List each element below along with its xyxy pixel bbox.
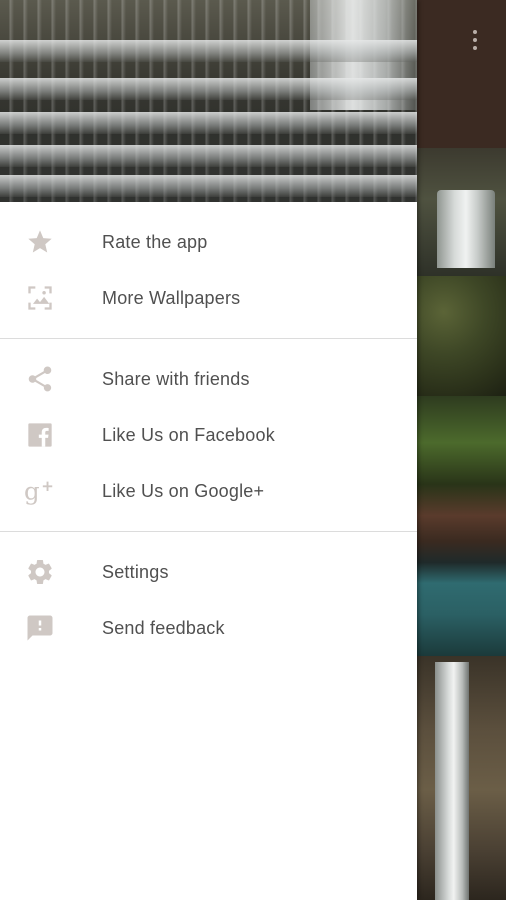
menu-item-label: Like Us on Facebook (102, 425, 275, 445)
menu-item-label: Rate the app (102, 232, 208, 252)
divider (0, 338, 417, 339)
menu-item-label: Send feedback (102, 618, 225, 638)
divider (0, 531, 417, 532)
menu-item-facebook[interactable]: Like Us on Facebook (0, 407, 417, 463)
wallpaper-thumbnail[interactable] (417, 656, 506, 900)
menu-item-label: Like Us on Google+ (102, 481, 265, 501)
waterfall-step (0, 112, 417, 134)
wallpaper-thumbnail[interactable] (417, 396, 506, 656)
app-toolbar (417, 0, 506, 148)
google-plus-icon: g (24, 476, 56, 505)
menu-item-more-wallpapers[interactable]: More Wallpapers (0, 270, 417, 326)
wallpaper-thumbnail[interactable] (417, 148, 506, 276)
waterfall-image (437, 190, 495, 268)
more-vert-icon-dot (473, 38, 477, 42)
menu-item-google-plus[interactable]: g Like Us on Google+ (0, 463, 417, 519)
waterfall-step (0, 40, 417, 62)
more-vert-icon (473, 30, 477, 34)
feedback-icon (24, 614, 56, 642)
menu-item-label: More Wallpapers (102, 288, 241, 308)
menu-item-label: Settings (102, 562, 169, 582)
menu-item-send-feedback[interactable]: Send feedback (0, 600, 417, 656)
svg-text:g: g (24, 476, 40, 505)
waterfall-step (0, 145, 417, 167)
menu-item-share[interactable]: Share with friends (0, 351, 417, 407)
drawer-menu: Rate the app More Wallpapers Share with … (0, 214, 417, 656)
waterfall-step (0, 78, 417, 100)
navigation-drawer: Rate the app More Wallpapers Share with … (0, 0, 417, 900)
drawer-header-image (0, 0, 417, 202)
waterfall-step (0, 175, 417, 197)
gear-icon (24, 558, 56, 586)
waterfall-image (435, 662, 469, 900)
more-vert-icon-dot (473, 46, 477, 50)
overflow-menu-button[interactable] (467, 28, 483, 52)
share-icon (24, 365, 56, 393)
menu-item-rate-app[interactable]: Rate the app (0, 214, 417, 270)
star-icon (24, 228, 56, 256)
facebook-icon (24, 421, 56, 449)
wallpaper-thumbnail[interactable] (417, 276, 506, 396)
menu-item-label: Share with friends (102, 369, 250, 389)
menu-item-settings[interactable]: Settings (0, 544, 417, 600)
wallpaper-icon (24, 284, 56, 312)
